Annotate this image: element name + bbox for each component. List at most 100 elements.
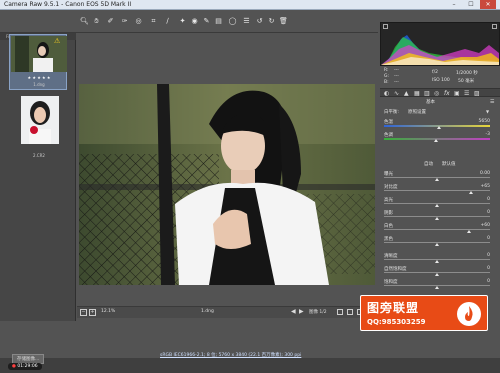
auto-button[interactable]: 自动 [424, 161, 433, 167]
preferences-icon[interactable]: ☰ [242, 16, 251, 27]
rgb-g-value: --- [394, 74, 399, 79]
slider-thumb[interactable] [435, 204, 439, 207]
minimize-button[interactable]: – [446, 0, 462, 9]
slider-value[interactable]: +65 [462, 184, 491, 189]
slider-value[interactable]: 0 [462, 266, 490, 271]
fx-tab-icon[interactable]: fx [444, 90, 450, 97]
rgb-b-label: B: [384, 80, 389, 85]
slider-track[interactable] [384, 190, 490, 191]
panel-title: 基本 [426, 100, 435, 105]
exif-shutter: 1/2000 秒 [456, 71, 478, 76]
highlight-clip-toggle[interactable] [492, 24, 497, 29]
maximize-button[interactable]: ☐ [463, 0, 479, 9]
slider-thumb[interactable] [435, 273, 439, 276]
window-titlebar: Camera Raw 9.5.1 - Canon EOS 5D Mark II … [0, 0, 500, 10]
snapshots-tab-icon[interactable]: ▨ [474, 90, 480, 97]
targeted-adjust-icon[interactable]: ◎ [134, 16, 143, 27]
slider-value[interactable]: -3 [462, 132, 491, 137]
color-sampler-icon[interactable]: ✑ [120, 16, 129, 27]
chevron-down-icon[interactable]: ▼ [486, 109, 489, 114]
rotate-cw-icon[interactable]: ↻ [267, 16, 276, 27]
detail-tab-icon[interactable]: ▲ [404, 90, 409, 97]
slider-thumb[interactable] [435, 217, 439, 220]
zoom-icon[interactable]: 🔍︎ [80, 16, 89, 27]
current-filename: 1.dng [201, 309, 214, 314]
delete-icon[interactable]: 🗑︎ [279, 16, 288, 27]
slider-value[interactable]: 0.00 [462, 171, 490, 176]
slider-value[interactable]: 0 [462, 279, 490, 284]
tone-curve-tab-icon[interactable]: ∿ [394, 90, 399, 97]
slider-thumb[interactable] [433, 139, 438, 142]
slider-thumb[interactable] [466, 230, 471, 233]
filmstrip-item-1[interactable]: ⚠ ★ ★ ★ ★ ★ 1.dng [9, 34, 67, 90]
slider-thumb[interactable] [435, 243, 439, 246]
next-image-icon[interactable]: ▶ [299, 308, 304, 315]
watermark-flame-icon [457, 302, 481, 326]
presets-tab-icon[interactable]: ☰ [464, 90, 469, 97]
lens-tab-icon[interactable]: ◎ [434, 90, 439, 97]
slider-thumb[interactable] [435, 286, 439, 289]
zoom-out-button[interactable]: − [80, 309, 87, 316]
camera-calibration-tab-icon[interactable]: ▣ [454, 90, 460, 97]
slider-thumb[interactable] [435, 178, 439, 181]
window-title: Camera Raw 9.5.1 - Canon EOS 5D Mark II [4, 1, 132, 8]
record-timer-text: 01:29:06 [17, 364, 38, 369]
slider-value[interactable]: 0 [462, 197, 490, 202]
thumbnail-label: 2.CR2 [33, 153, 45, 158]
compare-y-button[interactable] [337, 309, 343, 315]
hsl-tab-icon[interactable]: ▦ [414, 90, 420, 97]
crop-icon[interactable]: ⌗ [149, 16, 158, 27]
image-canvas[interactable] [77, 33, 377, 321]
workflow-options-link[interactable]: sRGB IEC61966-2.1; 8 位; 5760 x 3840 (22.… [160, 352, 301, 358]
slider-thumb[interactable] [435, 260, 439, 263]
slider-value[interactable]: +60 [462, 223, 491, 228]
adjustment-brush-icon[interactable]: ✎ [202, 16, 211, 27]
slider-thumb[interactable] [468, 191, 473, 194]
slider-value[interactable]: 0 [462, 253, 490, 258]
watermark-qq: QQ:985303259 [367, 318, 426, 326]
exif-aperture: f/2 [432, 70, 438, 75]
shadow-clip-toggle[interactable] [383, 24, 388, 29]
red-eye-icon[interactable]: ◉ [190, 16, 199, 27]
white-balance-select[interactable]: 原照设置 [408, 109, 426, 115]
zoom-level[interactable]: 12.1% [101, 309, 115, 314]
histogram [380, 22, 500, 66]
white-balance-icon[interactable]: ✐ [106, 16, 115, 27]
slider-value[interactable]: 0 [462, 236, 490, 241]
rotate-ccw-icon[interactable]: ↺ [255, 16, 264, 27]
swap-button[interactable] [347, 309, 353, 315]
warning-icon: ⚠ [54, 37, 61, 45]
rgb-g-label: G: [384, 74, 390, 79]
spot-removal-icon[interactable]: ✦ [178, 16, 187, 27]
preview-photo-image [79, 84, 375, 285]
hand-icon[interactable]: ✋︎ [92, 16, 101, 27]
panel-menu-icon[interactable]: ☰ [490, 99, 494, 105]
radial-filter-icon[interactable]: ◯ [228, 16, 237, 27]
straighten-icon[interactable]: ∕ [163, 16, 172, 27]
close-button[interactable]: ✕ [480, 0, 496, 9]
default-button[interactable]: 默认值 [442, 161, 456, 167]
white-balance-label: 白平衡: [384, 110, 400, 115]
watermark-logo: 图旁联盟 QQ:985303259 [360, 295, 488, 331]
slider-track[interactable] [384, 229, 490, 230]
graduated-filter-icon[interactable]: ▤ [214, 16, 223, 27]
watermark-title: 图旁联盟 [367, 301, 420, 315]
filmstrip-panel: Filmstrip ⚠ ★ ★ ★ ★ ★ 1.dng 2.CR2 [0, 33, 76, 321]
thumbnail-image [21, 96, 59, 144]
filmstrip-item-2[interactable]: 2.CR2 [9, 91, 67, 163]
canvas-bottombar: − + 12.1% 1.dng ◀ ▶ 图像 1/2 [77, 306, 377, 318]
histogram-graph [381, 35, 499, 65]
rgb-r-value: --- [394, 68, 399, 73]
rgb-r-label: R: [384, 68, 389, 73]
thumbnail-label: 1.dng [33, 82, 45, 87]
basic-tab-icon[interactable]: ◐ [384, 90, 389, 97]
slider-value[interactable]: 0 [462, 210, 490, 215]
split-toning-tab-icon[interactable]: ▥ [424, 90, 430, 97]
thumbnail-stars[interactable]: ★ ★ ★ ★ ★ [10, 75, 68, 80]
slider-thumb[interactable] [437, 126, 442, 129]
slider-value[interactable]: 5650 [462, 119, 490, 124]
preview-photo[interactable] [79, 84, 375, 285]
zoom-in-button[interactable]: + [89, 309, 96, 316]
prev-image-icon[interactable]: ◀ [291, 308, 296, 315]
image-counter: 图像 1/2 [309, 310, 327, 315]
